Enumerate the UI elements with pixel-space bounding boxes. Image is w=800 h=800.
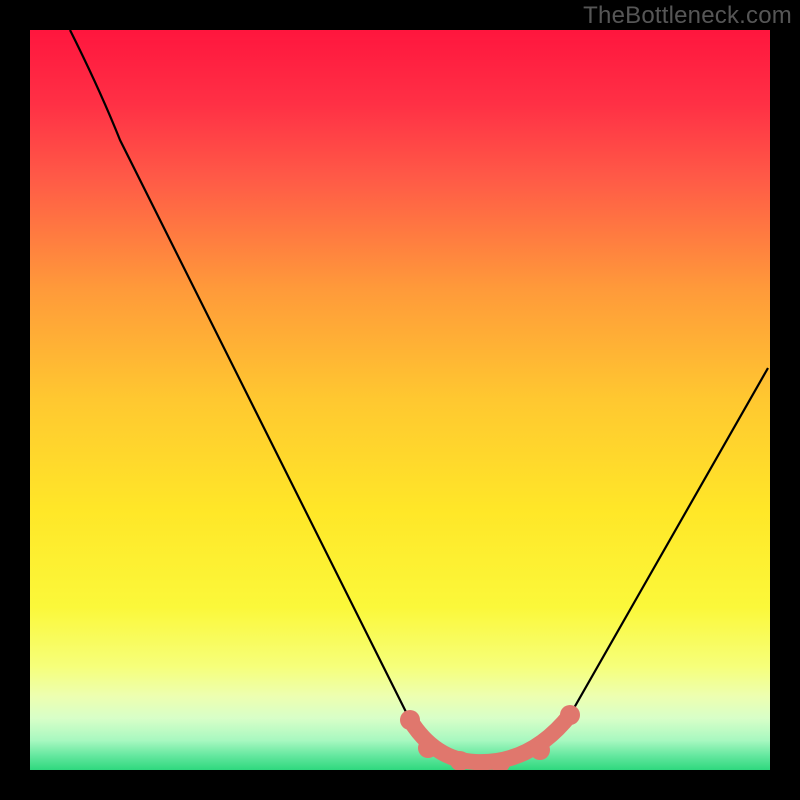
marker-dot <box>560 705 580 725</box>
bottleneck-curve <box>30 30 770 770</box>
marker-dot <box>530 740 550 760</box>
curve-path <box>70 30 768 762</box>
marker-dot <box>400 710 420 730</box>
marker-dot <box>418 738 438 758</box>
chart-container: TheBottleneck.com <box>0 0 800 800</box>
plot-area <box>30 30 770 770</box>
watermark-text: TheBottleneck.com <box>583 2 792 30</box>
